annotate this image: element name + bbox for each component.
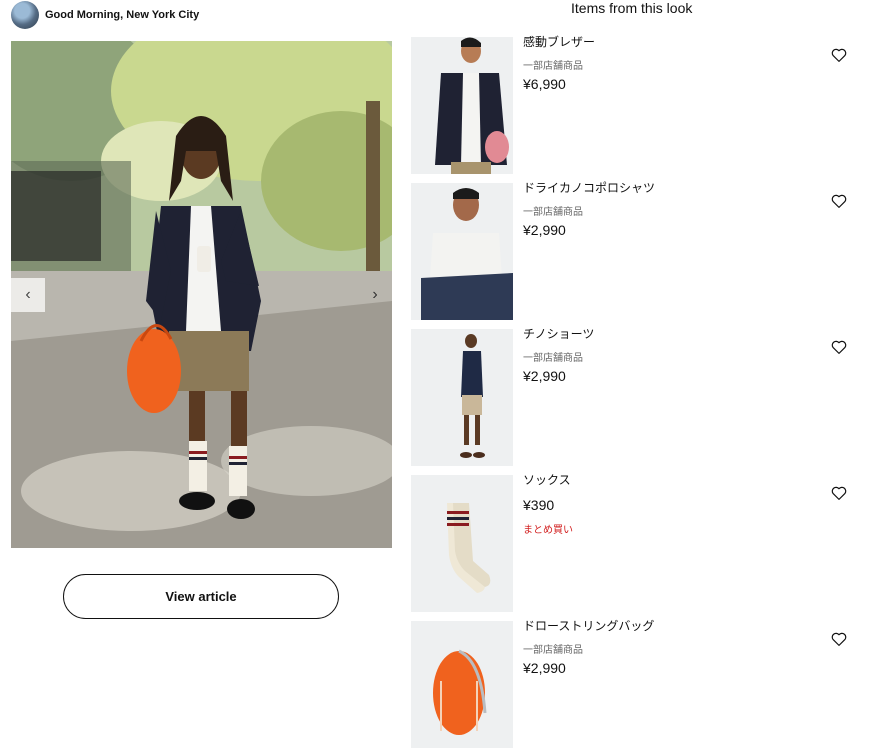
product-item[interactable]: ソックス ¥390 まとめ買い [411, 473, 861, 612]
product-name[interactable]: 感動ブレザー [523, 33, 595, 50]
heart-icon[interactable] [830, 46, 848, 64]
product-promo-badge: まとめ買い [523, 525, 573, 536]
product-thumbnail[interactable] [411, 621, 513, 748]
product-name[interactable]: ドライカノコポロシャツ [523, 179, 655, 196]
author-name[interactable]: Good Morning, New York City [45, 9, 199, 21]
product-thumbnail[interactable] [411, 329, 513, 466]
polo-shirt-image [411, 183, 513, 320]
product-price: ¥2,990 [523, 660, 566, 676]
view-article-button[interactable]: View article [63, 574, 339, 619]
product-item[interactable]: チノショーツ 一部店舗商品 ¥2,990 [411, 327, 861, 466]
product-name[interactable]: ドローストリングバッグ [523, 617, 654, 634]
heart-icon[interactable] [830, 338, 848, 356]
chevron-left-icon: ‹ [25, 286, 31, 303]
look-image[interactable]: ‹ › [11, 41, 392, 548]
chevron-right-icon: › [372, 286, 378, 303]
product-thumbnail[interactable] [411, 37, 513, 174]
section-title: Items from this look [571, 0, 693, 16]
product-price: ¥2,990 [523, 222, 566, 238]
product-thumbnail[interactable] [411, 475, 513, 612]
product-availability: 一部店舗商品 [523, 207, 583, 218]
author-header[interactable]: Good Morning, New York City [11, 1, 199, 29]
product-name[interactable]: ソックス [523, 471, 571, 488]
product-thumbnail[interactable] [411, 183, 513, 320]
heart-icon[interactable] [830, 192, 848, 210]
product-item[interactable]: ドローストリングバッグ 一部店舗商品 ¥2,990 [411, 619, 861, 748]
blazer-image [411, 37, 513, 174]
product-item[interactable]: ドライカノコポロシャツ 一部店舗商品 ¥2,990 [411, 181, 861, 320]
product-price: ¥6,990 [523, 76, 566, 92]
chino-shorts-image [411, 329, 513, 466]
carousel-next-button[interactable]: › [358, 278, 392, 312]
product-price: ¥2,990 [523, 368, 566, 384]
product-availability: 一部店舗商品 [523, 61, 583, 72]
product-availability: 一部店舗商品 [523, 645, 583, 656]
drawstring-bag-image [411, 621, 513, 748]
product-name[interactable]: チノショーツ [523, 325, 594, 342]
heart-icon[interactable] [830, 630, 848, 648]
product-item[interactable]: 感動ブレザー 一部店舗商品 ¥6,990 [411, 35, 861, 174]
heart-icon[interactable] [830, 484, 848, 502]
author-avatar[interactable] [11, 1, 39, 29]
product-availability: 一部店舗商品 [523, 353, 583, 364]
carousel-prev-button[interactable]: ‹ [11, 278, 45, 312]
look-photo [11, 41, 392, 548]
product-price: ¥390 [523, 497, 555, 513]
socks-image [411, 475, 513, 612]
